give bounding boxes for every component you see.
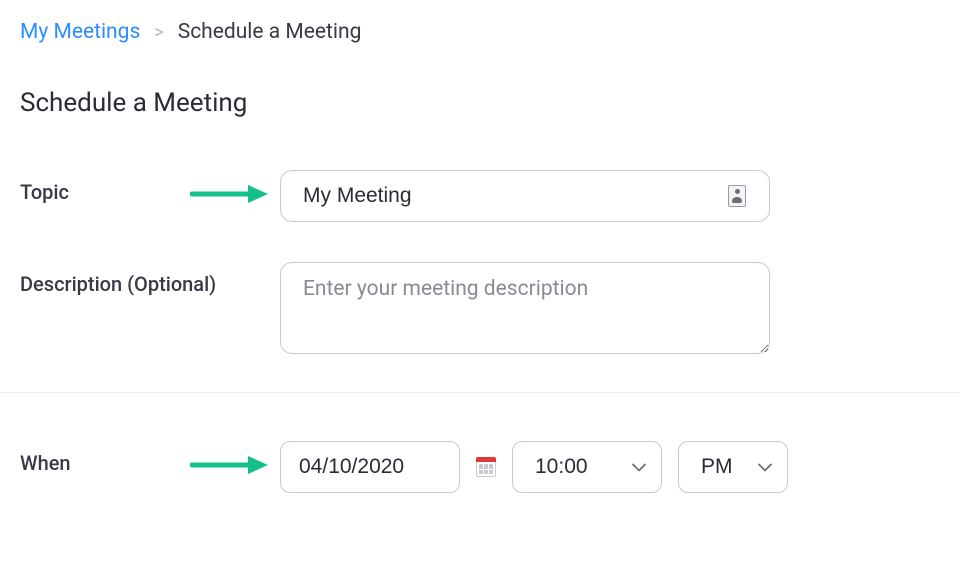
label-when: When — [20, 451, 71, 475]
row-topic: Topic — [20, 158, 940, 252]
time-select[interactable] — [512, 441, 662, 493]
contact-card-icon — [728, 185, 746, 207]
date-input[interactable] — [280, 441, 460, 493]
section-divider — [0, 392, 960, 393]
row-when: When — [20, 423, 940, 511]
label-description: Description (Optional) — [20, 272, 216, 296]
topic-input[interactable] — [280, 170, 770, 222]
description-textarea[interactable] — [280, 262, 770, 354]
calendar-icon[interactable] — [476, 457, 496, 477]
row-description: Description (Optional) — [20, 252, 940, 384]
breadcrumb-current: Schedule a Meeting — [178, 20, 362, 44]
breadcrumb: My Meetings > Schedule a Meeting — [20, 20, 940, 44]
ampm-select[interactable] — [678, 441, 788, 493]
label-topic: Topic — [20, 180, 69, 204]
chevron-right-icon: > — [154, 22, 163, 43]
page-title: Schedule a Meeting — [20, 88, 940, 118]
breadcrumb-link-my-meetings[interactable]: My Meetings — [20, 20, 140, 44]
